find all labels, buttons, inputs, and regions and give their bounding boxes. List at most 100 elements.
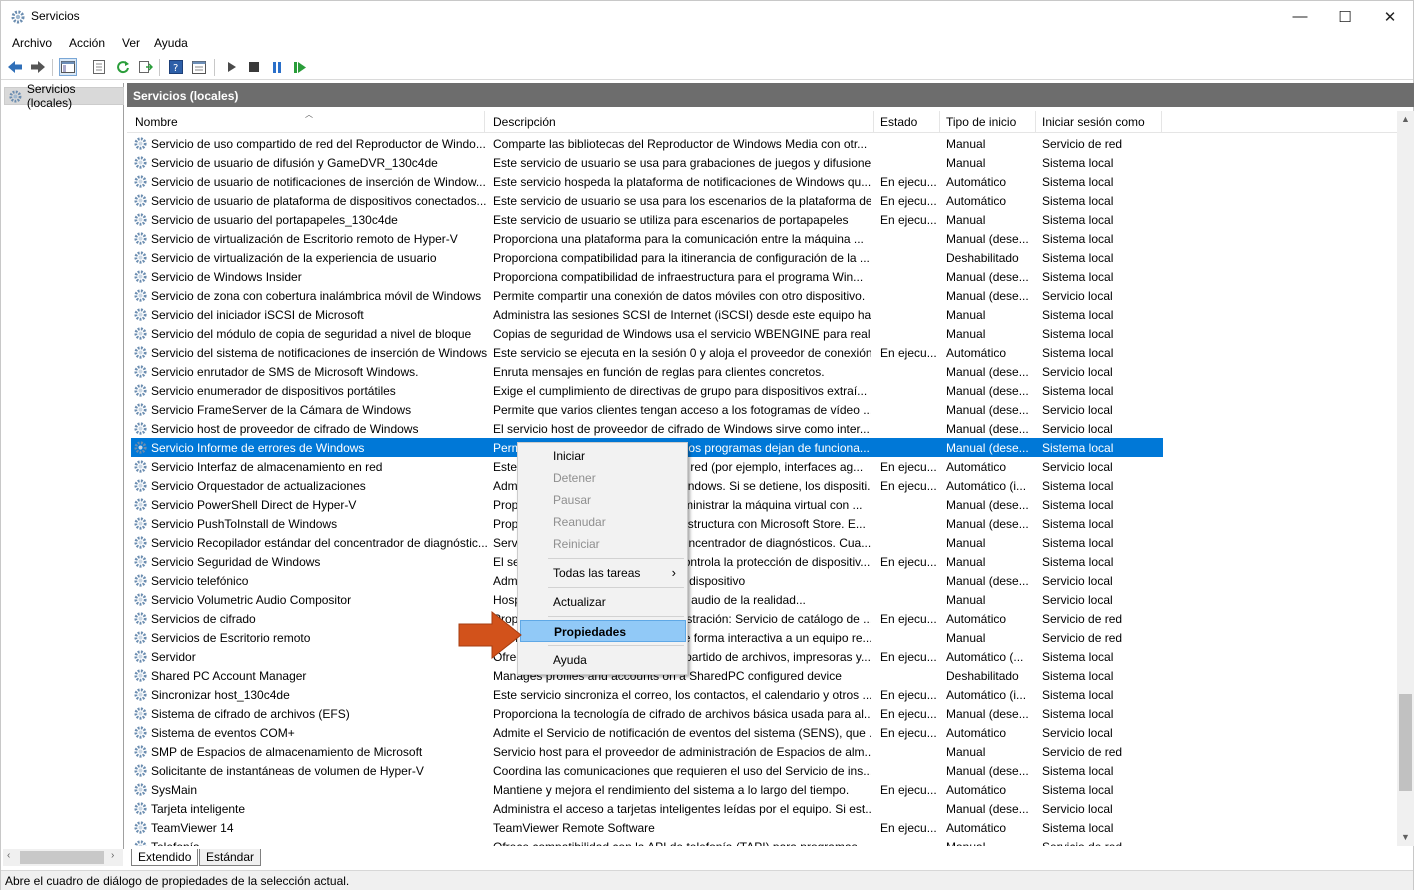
cell-name: Servicio PushToInstall de Windows (151, 517, 338, 531)
cell-status: En ejecu... (880, 555, 937, 569)
menu-accion[interactable]: Acción (69, 36, 105, 50)
scrollbar-thumb[interactable] (20, 851, 104, 864)
cell-logon-as: Sistema local (1042, 650, 1114, 664)
cell-startup-type: Manual (946, 213, 986, 227)
table-row[interactable]: Servicio del iniciador iSCSI de Microsof… (131, 305, 1163, 324)
menu-item-reiniciar[interactable]: Reiniciar (520, 533, 686, 555)
console-tree-icon[interactable] (59, 58, 77, 76)
table-row[interactable]: Servicio de virtualización de la experie… (131, 248, 1163, 267)
menu-item-iniciar[interactable]: Iniciar (520, 445, 686, 467)
table-row[interactable]: Servicio enumerador de dispositivos port… (131, 381, 1163, 400)
cell-description: Admite el Servicio de notificación de ev… (493, 726, 871, 740)
menu-ayuda[interactable]: Ayuda (154, 36, 188, 50)
table-row[interactable]: Sistema de eventos COM+ Admite el Servici… (131, 723, 1163, 742)
services-gear-icon (11, 10, 25, 24)
cell-startup-type: Automático (i... (946, 688, 1027, 702)
column-header-logon-as[interactable]: Iniciar sesión como (1036, 111, 1162, 133)
column-header-description[interactable]: Descripción (487, 111, 874, 133)
table-row[interactable]: Servicio de usuario de notificaciones de… (131, 172, 1163, 191)
menu-item-todas-las-tareas[interactable]: Todas las tareas › (520, 562, 686, 584)
menu-item-reanudar[interactable]: Reanudar (520, 511, 686, 533)
table-row[interactable]: Servicio de uso compartido de red del Re… (131, 134, 1163, 153)
stop-service-icon[interactable] (245, 58, 263, 76)
cell-name: Servicio de virtualización de la experie… (151, 251, 437, 265)
start-service-icon[interactable] (223, 58, 241, 76)
table-row[interactable]: SMP de Espacios de almacenamiento de Mic… (131, 742, 1163, 761)
show-hide-pane-icon[interactable] (190, 58, 208, 76)
maximize-button[interactable]: ☐ (1322, 1, 1368, 32)
toolbar-separator (214, 59, 215, 76)
cell-logon-as: Sistema local (1042, 764, 1114, 778)
cell-startup-type: Manual (dese... (946, 517, 1029, 531)
menu-archivo[interactable]: Archivo (12, 36, 52, 50)
menu-item-actualizar[interactable]: Actualizar (520, 591, 686, 613)
table-row[interactable]: Servicio de virtualización de Escritorio… (131, 229, 1163, 248)
forward-arrow-icon[interactable] (29, 58, 47, 76)
table-row[interactable]: Telefonía Ofrece compatibilidad con la AP… (131, 837, 1163, 846)
table-row[interactable]: Sincronizar host_130c4de Este servicio si… (131, 685, 1163, 704)
column-header-startup-type[interactable]: Tipo de inicio (940, 111, 1036, 133)
column-header-status[interactable]: Estado (874, 111, 940, 133)
cell-startup-type: Manual (946, 308, 986, 322)
cell-name: Servicio PowerShell Direct de Hyper-V (151, 498, 357, 512)
table-row[interactable]: SysMain Mantiene y mejora el rendimiento … (131, 780, 1163, 799)
service-gear-icon (133, 288, 148, 303)
cell-logon-as: Servicio de red (1042, 137, 1123, 151)
cell-description: Ofrece compatibilidad con la API de tele… (493, 840, 871, 846)
export-list-icon[interactable] (137, 58, 155, 76)
cell-logon-as: Servicio local (1042, 460, 1113, 474)
tab-extendido[interactable]: Extendido (131, 849, 199, 866)
table-row[interactable]: Servicio de zona con cobertura inalámbri… (131, 286, 1163, 305)
service-gear-icon (133, 478, 148, 493)
tree-node-services-local[interactable]: Servicios (locales) (4, 82, 124, 110)
menu-item-pausar[interactable]: Pausar (520, 489, 686, 511)
restart-service-icon[interactable] (291, 58, 309, 76)
cell-startup-type: Automático (... (946, 650, 1024, 664)
scroll-down-icon[interactable]: ▼ (1397, 829, 1414, 846)
close-button[interactable]: ✕ (1367, 1, 1413, 32)
scroll-right-icon[interactable]: › (111, 850, 114, 861)
menu-ver[interactable]: Ver (122, 36, 140, 50)
service-gear-icon (133, 630, 148, 645)
service-gear-icon (133, 155, 148, 170)
cell-startup-type: Automático (i... (946, 479, 1027, 493)
cell-description: Este servicio sincroniza el correo, los … (493, 688, 871, 702)
table-row[interactable]: Servicio del sistema de notificaciones d… (131, 343, 1163, 362)
table-row[interactable]: Servicio de usuario del portapapeles_130… (131, 210, 1163, 229)
cell-description: Proporciona la tecnología de cifrado de … (493, 707, 871, 721)
table-row[interactable]: Solicitante de instantáneas de volumen d… (131, 761, 1163, 780)
table-row[interactable]: Sistema de cifrado de archivos (EFS) Prop… (131, 704, 1163, 723)
table-row[interactable]: Servicio de usuario de plataforma de dis… (131, 191, 1163, 210)
services-vertical-scrollbar[interactable]: ▲ ▼ (1397, 111, 1414, 846)
refresh-icon[interactable] (114, 58, 132, 76)
cell-startup-type: Manual (946, 555, 986, 569)
table-row[interactable]: Servicio host de proveedor de cifrado de… (131, 419, 1163, 438)
menu-item-detener[interactable]: Detener (520, 467, 686, 489)
table-row[interactable]: Servicio de usuario de difusión y GameDV… (131, 153, 1163, 172)
tree-horizontal-scrollbar[interactable]: ‹ › (3, 849, 123, 866)
back-arrow-icon[interactable] (6, 58, 24, 76)
cell-name: Servicios de Escritorio remoto (151, 631, 311, 645)
table-row[interactable]: Servicio FrameServer de la Cámara de Win… (131, 400, 1163, 419)
service-gear-icon (133, 668, 148, 683)
menu-item-ayuda[interactable]: Ayuda (520, 649, 686, 671)
tab-estandar[interactable]: Estándar (199, 849, 262, 866)
cell-name: Servicios de cifrado (151, 612, 256, 626)
cell-startup-type: Deshabilitado (946, 669, 1019, 683)
help-icon[interactable]: ? (167, 58, 185, 76)
table-row[interactable]: TeamViewer 14 TeamViewer Remote Software E… (131, 818, 1163, 837)
table-row[interactable]: Servicio del módulo de copia de segurida… (131, 324, 1163, 343)
scrollbar-thumb[interactable] (1399, 694, 1412, 791)
minimize-button[interactable]: — (1277, 1, 1323, 32)
properties-sheet-icon[interactable] (90, 58, 108, 76)
pause-service-icon[interactable] (268, 58, 286, 76)
table-row[interactable]: Servicio enrutador de SMS de Microsoft W… (131, 362, 1163, 381)
table-row[interactable]: Tarjeta inteligente Administra el acceso … (131, 799, 1163, 818)
cell-startup-type: Manual (dese... (946, 707, 1029, 721)
table-row[interactable]: Servicio de Windows Insider Proporciona c… (131, 267, 1163, 286)
scroll-left-icon[interactable]: ‹ (7, 850, 10, 861)
cell-description: Proporciona compatibilidad de infraestru… (493, 270, 864, 284)
menu-item-propiedades[interactable]: Propiedades (520, 620, 686, 642)
scroll-up-icon[interactable]: ▲ (1397, 111, 1414, 128)
cell-name: Servicio Recopilador estándar del concen… (151, 536, 487, 550)
